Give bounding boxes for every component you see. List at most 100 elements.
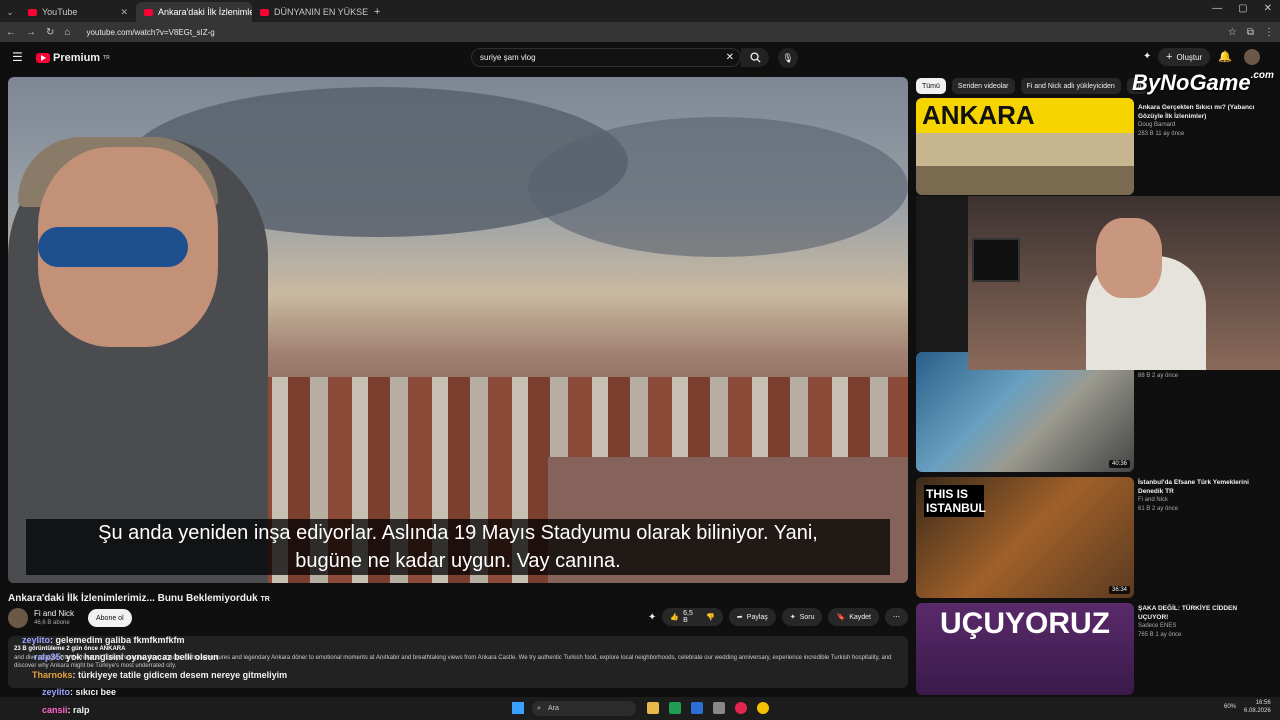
search-icon: ⌕	[537, 704, 541, 712]
watermark-text: ByNoGame	[1132, 70, 1251, 95]
chip-series[interactable]: Seriden videolar	[951, 78, 1015, 94]
related-thumbnail[interactable]: ANKARA	[916, 98, 1134, 195]
close-window-icon[interactable]: ✕	[1264, 3, 1272, 14]
related-info[interactable]: Ankara Gerçekten Sıkıcı mı? (Yabancı Göz…	[1138, 99, 1258, 139]
tab-youtube[interactable]: YouTube ✕	[20, 2, 136, 22]
tab-ankara-video[interactable]: Ankara'daki İlk İzlenimlerimiz... ✕	[136, 2, 252, 22]
file-explorer-icon[interactable]	[647, 702, 659, 714]
clear-search-icon[interactable]: ✕	[726, 52, 734, 63]
voice-search-button[interactable]: 🎙	[778, 48, 798, 68]
subtitle-line: Şu anda yeniden inşa ediyorlar. Aslında …	[98, 522, 818, 544]
share-button[interactable]: ➦ Paylaş	[728, 608, 776, 626]
chat-message: cansii: ralp	[42, 705, 90, 715]
related-channel: Sadece ENES	[1138, 623, 1177, 629]
chat-username: zeylito	[42, 687, 71, 697]
sparkle-icon: ✦	[789, 614, 796, 621]
streamer-head	[1096, 218, 1162, 298]
chat-username: Tharnoks	[32, 670, 73, 680]
tab-search-icon[interactable]: ⌄	[0, 7, 20, 18]
clock-date: 6.08.2026	[1244, 708, 1271, 714]
account-avatar[interactable]	[1244, 49, 1260, 65]
extension-icon[interactable]: ✦	[648, 612, 656, 623]
reload-icon[interactable]: ↻	[46, 27, 54, 38]
related-filter-chips: Tümü Seriden videolar Fi and Nick adlı y…	[916, 78, 1148, 94]
taskbar-search[interactable]: ⌕ Ara	[532, 701, 636, 716]
address-bar-row: ← → ↻ ⌂ youtube.com/watch?v=V8EGt_sIZ-g …	[0, 22, 1280, 42]
related-thumbnail[interactable]: THIS IS ISTANBUL 36:34	[916, 477, 1134, 598]
related-info[interactable]: 88 B 2 ay önce	[1138, 372, 1258, 381]
window-controls: — ▢ ✕	[1212, 3, 1272, 14]
stream-watermark: ByNoGame.com	[1132, 70, 1274, 96]
related-thumbnail[interactable]: UÇUYORUZ	[916, 603, 1134, 695]
forward-icon[interactable]: →	[26, 27, 36, 38]
related-info[interactable]: ŞAKA DEĞİL: TÜRKİYE CİDDEN UÇUYOR! Sadec…	[1138, 604, 1258, 640]
youtube-logo[interactable]: Premium TR	[36, 52, 110, 64]
plus-icon: +	[1166, 51, 1173, 63]
related-info[interactable]: İstanbul'da Efsane Türk Yemeklerini Dene…	[1138, 478, 1258, 514]
sky-cloud	[528, 117, 908, 257]
bookmark-star-icon[interactable]: ☆	[1228, 27, 1237, 38]
save-button[interactable]: 🔖 Kaydet	[828, 608, 879, 626]
windows-start-icon[interactable]	[512, 702, 524, 714]
home-icon[interactable]: ⌂	[64, 27, 70, 38]
share-icon: ➦	[736, 614, 743, 621]
tab-label: YouTube	[42, 7, 78, 17]
bookmark-icon: 🔖	[836, 614, 846, 621]
channel-row: Fi and Nick 46,6 B abone Abone ol ✦ 👍 6,…	[8, 606, 908, 632]
tab-hotel-video[interactable]: DÜNYANIN EN YÜKSEK OTELİN... ✕	[252, 2, 368, 22]
thumbnail-caption: UÇUYORUZ	[940, 607, 1110, 640]
thumbnail-caption: ANKARA	[922, 100, 1035, 130]
word-icon[interactable]	[691, 702, 703, 714]
system-clock[interactable]: 16:56 6.08.2026	[1244, 699, 1271, 715]
search-input[interactable]: suriye şam vlog ✕	[471, 48, 741, 67]
video-duration: 36:34	[1108, 586, 1130, 594]
url-field[interactable]: youtube.com/watch?v=V8EGt_sIZ-g	[86, 28, 214, 37]
back-icon[interactable]: ←	[6, 27, 16, 38]
video-title-text: Ankara'daki İlk İzlenimlerimiz... Bunu B…	[8, 593, 258, 604]
channel-name[interactable]: Fi and Nick	[34, 609, 74, 618]
video-title: Ankara'daki İlk İzlenimlerimiz... Bunu B…	[8, 593, 270, 604]
ask-button[interactable]: ✦ Soru	[781, 608, 823, 626]
related-thumbnail[interactable]: 40:36	[916, 352, 1134, 472]
like-count: 6,5 B	[683, 610, 693, 624]
new-tab-icon[interactable]: +	[374, 6, 380, 18]
watermark-suffix: .com	[1250, 70, 1274, 81]
taskbar-search-placeholder: Ara	[548, 705, 559, 712]
create-button[interactable]: + Oluştur	[1158, 48, 1211, 66]
notifications-bell-icon[interactable]: 🔔	[1218, 50, 1232, 63]
dislike-icon[interactable]: 👎	[706, 613, 715, 621]
search-button[interactable]	[741, 48, 769, 67]
monitor-shape	[972, 238, 1020, 282]
video-subtitles: Şu anda yeniden inşa ediyorlar. Aslında …	[26, 519, 890, 575]
like-button[interactable]: 👍 6,5 B 👎	[662, 608, 723, 626]
close-tab-icon[interactable]: ✕	[120, 7, 128, 18]
subscribe-button[interactable]: Abone ol	[88, 609, 132, 627]
hamburger-menu-icon[interactable]: ☰	[12, 50, 23, 64]
subtitle-line: bugüne ne kadar uygun. Vay canına.	[295, 550, 621, 572]
app-icon[interactable]	[713, 702, 725, 714]
youtube-favicon-icon	[28, 8, 37, 16]
chrome-icon[interactable]	[757, 702, 769, 714]
language-badge: TR	[1165, 488, 1174, 495]
tab-label: Ankara'daki İlk İzlenimlerimiz...	[158, 7, 252, 17]
related-title: Ankara Gerçekten Sıkıcı mı? (Yabancı Göz…	[1138, 104, 1255, 120]
video-player[interactable]	[8, 77, 908, 583]
browser-menu-icon[interactable]: ⋮	[1264, 27, 1274, 38]
related-meta: 88 B 2 ay önce	[1138, 373, 1179, 379]
extensions-icon[interactable]: ⧉	[1247, 27, 1254, 38]
chip-all[interactable]: Tümü	[916, 78, 946, 94]
maximize-icon[interactable]: ▢	[1238, 3, 1247, 14]
excel-icon[interactable]	[669, 702, 681, 714]
chat-username: ralp35	[34, 652, 61, 662]
vlogger-person	[8, 137, 268, 583]
youtube-favicon-icon	[260, 8, 269, 16]
media-player-icon[interactable]	[735, 702, 747, 714]
chat-text: : türkiyeye tatile gidicem desem nereye …	[72, 670, 288, 680]
chip-uploader[interactable]: Fi and Nick adlı yükleyiciden	[1020, 78, 1121, 94]
minimize-icon[interactable]: —	[1212, 3, 1222, 14]
more-actions-button[interactable]: ⋯	[885, 608, 908, 626]
extension-icon[interactable]: ✦	[1143, 51, 1151, 62]
video-actions: ✦ 👍 6,5 B 👎 ➦ Paylaş ✦ Soru 🔖 Kaydet ⋯	[648, 608, 908, 626]
channel-avatar[interactable]	[8, 608, 28, 628]
video-duration: 40:36	[1108, 460, 1130, 468]
